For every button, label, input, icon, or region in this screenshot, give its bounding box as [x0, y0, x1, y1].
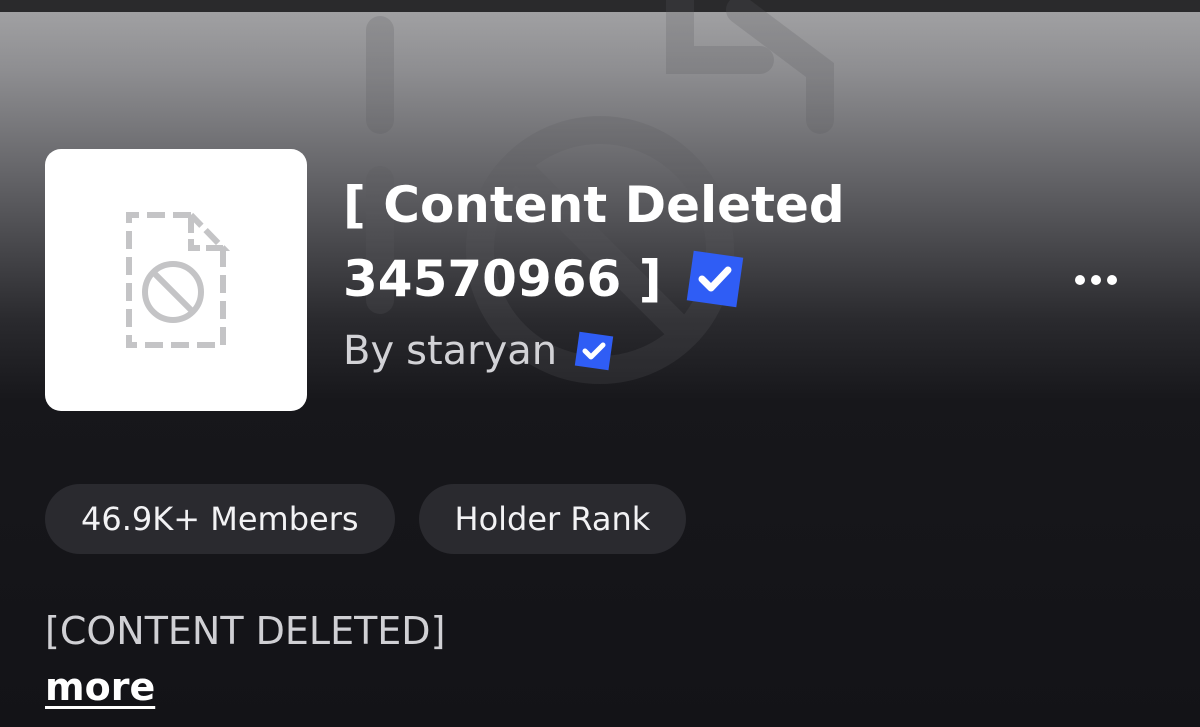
creator-byline[interactable]: By staryan: [343, 324, 983, 378]
collection-thumbnail[interactable]: [45, 149, 307, 411]
title-line-1: [ Content Deleted: [343, 176, 845, 234]
creator-name[interactable]: staryan: [406, 324, 557, 378]
ellipsis-icon: [1075, 275, 1117, 285]
stats-pills: 46.9K+ Members Holder Rank: [45, 484, 687, 554]
byline-prefix: By: [343, 328, 395, 374]
verified-badge-icon: [682, 246, 748, 312]
holder-rank-pill[interactable]: Holder Rank: [418, 484, 687, 554]
deleted-content-icon: [126, 212, 231, 348]
title-block: [ Content Deleted 34570966 ] By staryan: [343, 168, 983, 378]
creator-verified-icon: [571, 328, 617, 374]
more-link[interactable]: more: [45, 662, 155, 712]
members-pill[interactable]: 46.9K+ Members: [45, 484, 395, 554]
title-line-2: 34570966 ]: [343, 242, 983, 316]
title-line-2-text: 34570966 ]: [343, 250, 662, 308]
top-bar: [0, 0, 1200, 12]
page-title: [ Content Deleted 34570966 ]: [343, 168, 983, 316]
description-text: [CONTENT DELETED]: [45, 609, 446, 653]
more-options-button[interactable]: [1068, 262, 1124, 298]
